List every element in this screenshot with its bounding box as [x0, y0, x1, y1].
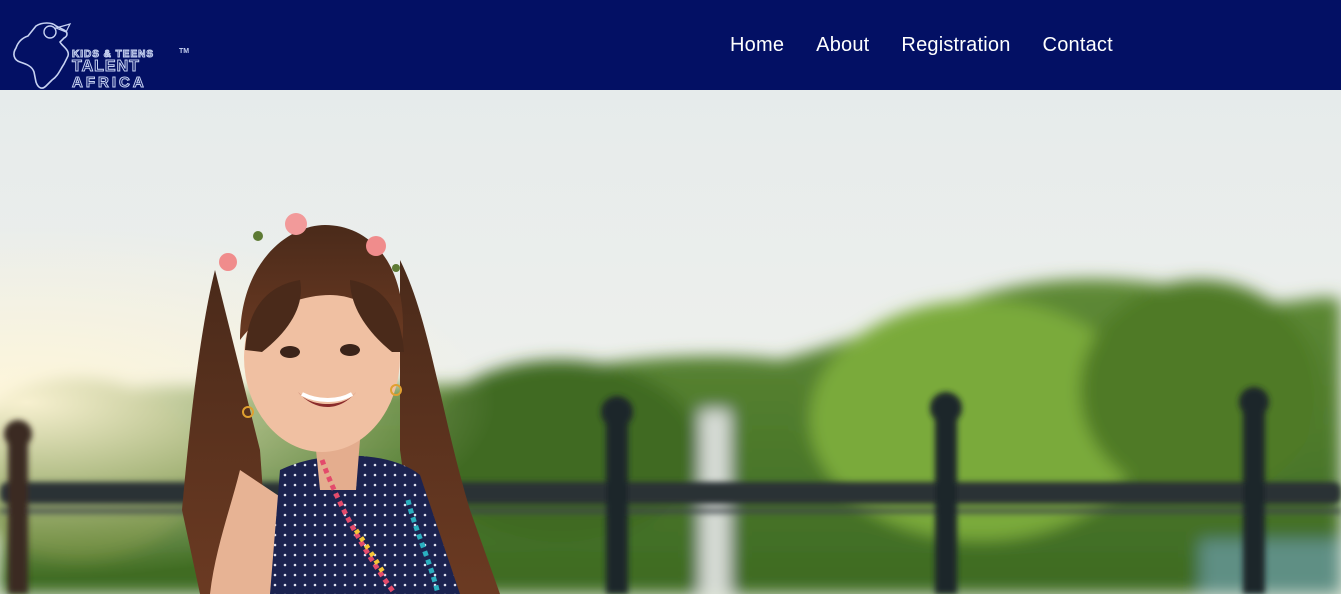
site-logo[interactable]: KIDS & TEENS TM TALENT AFRICA: [12, 20, 197, 92]
hero-photo: [0, 90, 1341, 594]
logo-text-africa: AFRICA: [72, 74, 147, 92]
top-navbar: KIDS & TEENS TM TALENT AFRICA Home About…: [0, 0, 1341, 92]
hero-banner: [0, 90, 1341, 594]
nav-link-home[interactable]: Home: [714, 34, 800, 57]
nav-link-contact[interactable]: Contact: [1027, 34, 1129, 57]
main-nav-menu: Home About Registration Contact: [714, 0, 1129, 90]
nav-link-about[interactable]: About: [800, 34, 885, 57]
nav-link-registration[interactable]: Registration: [885, 34, 1026, 57]
logo-trademark: TM: [179, 48, 190, 55]
